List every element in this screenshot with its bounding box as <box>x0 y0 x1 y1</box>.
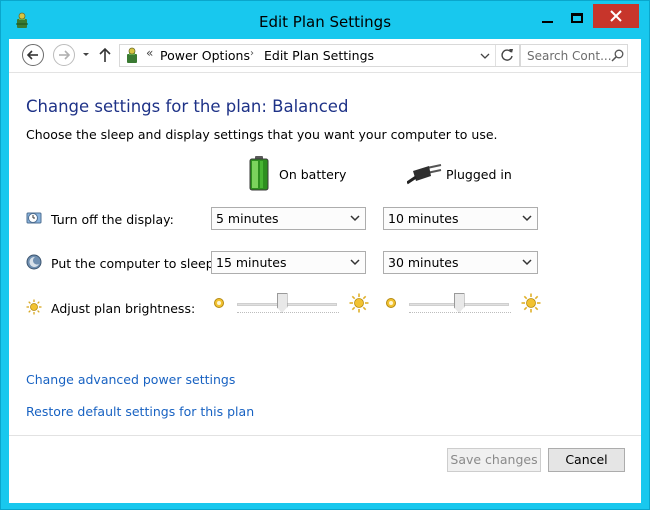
dim-brightness-icon <box>386 298 396 308</box>
brightness-label: Adjust plan brightness: <box>51 301 196 316</box>
monitor-clock-icon <box>26 212 42 224</box>
minimize-button[interactable] <box>533 5 561 31</box>
refresh-icon[interactable] <box>499 47 515 63</box>
chevron-down-icon <box>350 215 360 222</box>
forward-button[interactable] <box>53 44 75 66</box>
address-bar[interactable]: « Power Options › Edit Plan Settings <box>119 44 520 67</box>
battery-icon <box>249 156 269 191</box>
maximize-button[interactable] <box>563 5 591 31</box>
brightness-battery-slider-group <box>213 293 373 315</box>
sleep-timeout-battery-value: 15 minutes <box>216 255 287 270</box>
brightness-plugged-ticks <box>409 312 511 315</box>
address-divider <box>495 45 496 66</box>
chevron-down-icon <box>350 259 360 266</box>
display-timeout-plugged-value: 10 minutes <box>388 211 459 226</box>
brightness-battery-ticks <box>237 312 339 315</box>
column-header-on-battery: On battery <box>279 167 347 182</box>
cancel-button[interactable]: Cancel <box>548 448 625 472</box>
power-plug-icon <box>407 164 442 185</box>
column-header-plugged-in: Plugged in <box>446 167 512 182</box>
sleep-moon-icon <box>26 254 42 270</box>
bright-brightness-icon <box>349 293 369 313</box>
display-timeout-battery-select[interactable]: 5 minutes <box>211 207 366 230</box>
breadcrumb-edit-plan-settings[interactable]: Edit Plan Settings <box>264 48 374 63</box>
breadcrumb-overflow[interactable]: « <box>146 46 153 60</box>
display-timeout-label: Turn off the display: <box>51 212 174 227</box>
chevron-down-icon <box>522 215 532 222</box>
title-bar: Edit Plan Settings <box>1 1 649 39</box>
sleep-timeout-plugged-select[interactable]: 30 minutes <box>383 251 538 274</box>
save-changes-button[interactable]: Save changes <box>447 448 541 472</box>
back-arrow-icon <box>27 50 38 60</box>
search-input[interactable]: Search Cont... <box>527 49 612 63</box>
bright-brightness-icon <box>521 293 541 313</box>
brightness-plugged-slider[interactable] <box>453 293 465 313</box>
close-button[interactable] <box>593 4 639 28</box>
close-icon <box>610 10 622 22</box>
brightness-battery-slider[interactable] <box>276 293 288 313</box>
chevron-down-icon <box>522 259 532 266</box>
sleep-timeout-label: Put the computer to sleep: <box>51 256 218 271</box>
footer-divider <box>9 435 641 436</box>
display-timeout-battery-value: 5 minutes <box>216 211 279 226</box>
display-timeout-plugged-select[interactable]: 10 minutes <box>383 207 538 230</box>
maximize-icon <box>571 13 583 23</box>
page-title: Change settings for the plan: Balanced <box>26 97 349 116</box>
navigation-bar: « Power Options › Edit Plan Settings Sea… <box>9 39 641 73</box>
dim-brightness-icon <box>214 298 224 308</box>
breadcrumb-power-options[interactable]: Power Options <box>160 48 250 63</box>
search-box[interactable]: Search Cont... <box>520 44 628 67</box>
restore-defaults-link[interactable]: Restore default settings for this plan <box>26 404 254 419</box>
back-button[interactable] <box>22 44 44 66</box>
brightness-plugged-slider-group <box>385 293 545 315</box>
search-icon[interactable] <box>611 49 624 62</box>
sleep-timeout-plugged-value: 30 minutes <box>388 255 459 270</box>
power-options-icon <box>127 47 137 63</box>
page-subtitle: Choose the sleep and display settings th… <box>26 127 498 142</box>
brightness-sun-icon <box>26 299 42 315</box>
edit-plan-settings-window: Edit Plan Settings « Power Options › Edi… <box>0 0 650 510</box>
advanced-power-settings-link[interactable]: Change advanced power settings <box>26 372 235 387</box>
window-content: « Power Options › Edit Plan Settings Sea… <box>9 39 641 503</box>
recent-locations-dropdown-icon[interactable] <box>81 48 91 60</box>
chevron-down-icon[interactable] <box>480 50 490 62</box>
sleep-timeout-battery-select[interactable]: 15 minutes <box>211 251 366 274</box>
up-arrow-icon[interactable] <box>99 47 111 63</box>
forward-arrow-icon <box>59 50 70 60</box>
breadcrumb-separator[interactable]: › <box>250 48 254 59</box>
minimize-icon <box>541 21 553 23</box>
